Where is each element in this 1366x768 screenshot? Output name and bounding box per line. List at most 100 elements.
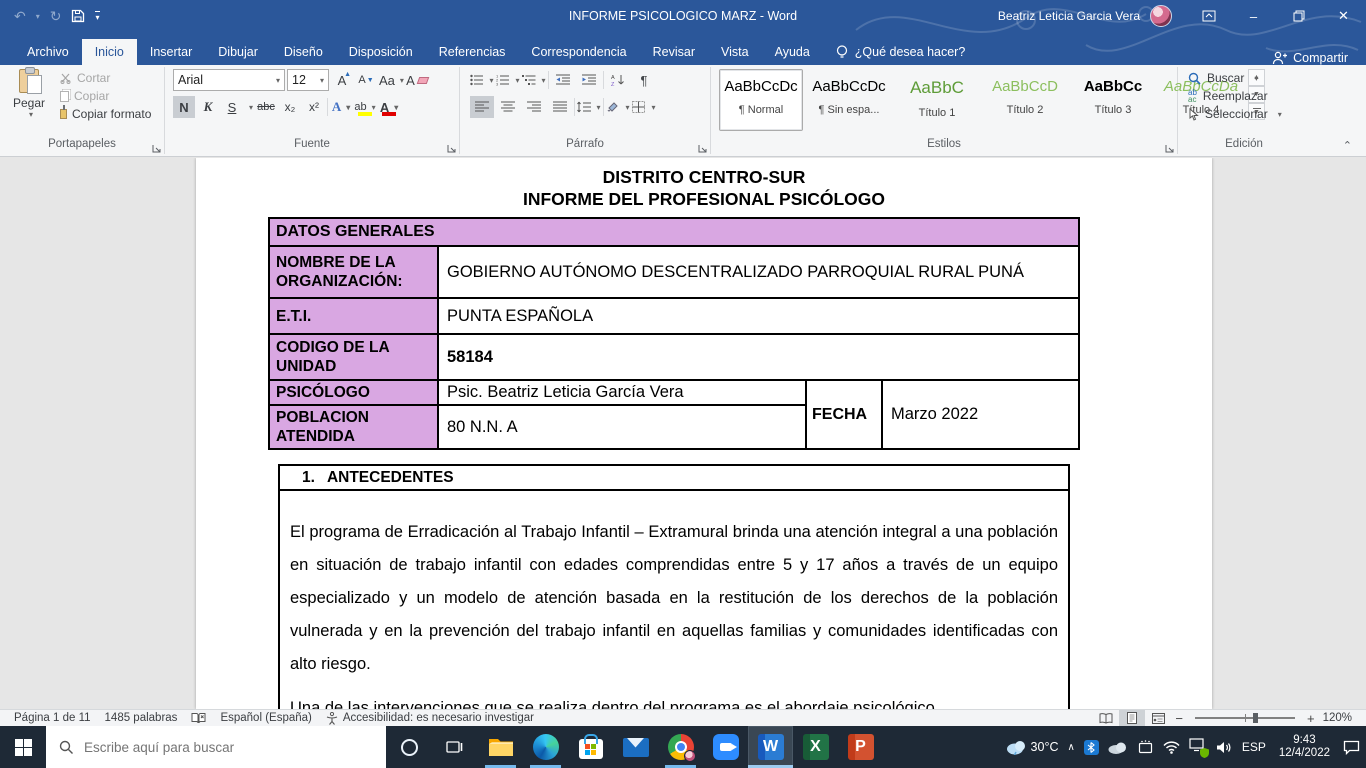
minimize-button[interactable]: – — [1231, 0, 1276, 32]
style-card-heading2[interactable]: AaBbCcDTítulo 2 — [983, 69, 1067, 131]
task-view-button[interactable] — [432, 726, 478, 768]
user-name[interactable]: Beatriz Leticia Garcia Vera — [998, 9, 1140, 23]
zoom-in-button[interactable]: + — [1303, 711, 1319, 726]
style-card-no-spacing[interactable]: AaBbCcDc¶ Sin espa... — [807, 69, 891, 131]
tell-me-box[interactable]: ¿Qué desea hacer? — [823, 39, 979, 65]
tray-expand-button[interactable]: ∧ — [1067, 742, 1074, 753]
collapse-ribbon-button[interactable]: ⌃ — [1343, 139, 1352, 152]
zoom-slider[interactable] — [1195, 717, 1295, 719]
style-card-heading3[interactable]: AaBbCcTítulo 3 — [1071, 69, 1155, 131]
wifi-icon[interactable] — [1163, 741, 1180, 754]
change-case-button[interactable]: Aa▾ — [379, 69, 404, 91]
highlight-button[interactable]: ab▾ — [354, 96, 376, 118]
search-input[interactable] — [84, 740, 344, 755]
style-card-normal[interactable]: AaBbCcDc¶ Normal — [719, 69, 803, 131]
format-painter-button[interactable]: Copiar formato — [60, 107, 151, 121]
zoom-app-button[interactable] — [703, 726, 748, 768]
restore-button[interactable] — [1276, 0, 1321, 32]
undo-icon[interactable]: ↶ — [14, 8, 26, 25]
undo-dropdown-icon[interactable]: ▾ — [36, 12, 40, 21]
tab-disposicion[interactable]: Disposición — [336, 39, 426, 65]
share-button[interactable]: Compartir — [1272, 51, 1366, 65]
excel-button[interactable]: X — [793, 726, 838, 768]
volume-icon[interactable] — [1216, 741, 1233, 754]
network-shield-icon[interactable] — [1189, 738, 1207, 757]
style-card-heading1[interactable]: AaBbCTítulo 1 — [895, 69, 979, 131]
input-language-indicator[interactable]: ESP — [1242, 740, 1266, 754]
tab-insertar[interactable]: Insertar — [137, 39, 205, 65]
wireless-display-icon[interactable] — [1137, 740, 1154, 754]
qat-customize-icon[interactable]: ▾ — [95, 11, 99, 22]
tab-dibujar[interactable]: Dibujar — [205, 39, 271, 65]
tab-revisar[interactable]: Revisar — [640, 39, 708, 65]
find-button[interactable]: Buscar ▾ — [1188, 71, 1282, 85]
text-effects-button[interactable]: A▾ — [330, 96, 352, 118]
chrome-button[interactable] — [658, 726, 703, 768]
subscript-button[interactable]: x₂ — [279, 96, 301, 118]
font-dialog-launcher[interactable] — [447, 144, 456, 153]
tab-vista[interactable]: Vista — [708, 39, 762, 65]
zoom-level[interactable]: 120% — [1323, 712, 1352, 724]
borders-button[interactable]: ▾ — [632, 96, 656, 118]
print-layout-button[interactable] — [1119, 710, 1145, 726]
clear-formatting-button[interactable]: A — [406, 69, 428, 91]
avatar[interactable] — [1150, 5, 1172, 27]
tab-correspondencia[interactable]: Correspondencia — [518, 39, 639, 65]
clipboard-dialog-launcher[interactable] — [152, 144, 161, 153]
underline-dropdown-icon[interactable]: ▾ — [249, 103, 253, 112]
tab-ayuda[interactable]: Ayuda — [762, 39, 823, 65]
powerpoint-button[interactable]: P — [838, 726, 883, 768]
superscript-button[interactable]: x² — [303, 96, 325, 118]
taskbar-search[interactable] — [46, 726, 386, 768]
document-page[interactable]: DISTRITO CENTRO-SUR INFORME DEL PROFESIO… — [196, 158, 1212, 709]
align-left-button[interactable] — [470, 96, 494, 118]
section-body[interactable]: El programa de Erradicación al Trabajo I… — [278, 491, 1070, 709]
align-center-button[interactable] — [496, 96, 520, 118]
select-button[interactable]: Seleccionar ▾ — [1188, 107, 1282, 121]
save-icon[interactable] — [71, 9, 85, 23]
redo-icon[interactable]: ↻ — [50, 8, 62, 25]
language-indicator[interactable]: Español (España) — [220, 712, 311, 724]
ribbon-display-options-button[interactable] — [1186, 0, 1231, 32]
clock[interactable]: 9:43 12/4/2022 — [1279, 734, 1330, 760]
styles-dialog-launcher[interactable] — [1165, 144, 1174, 153]
bold-button[interactable]: N — [173, 96, 195, 118]
store-button[interactable] — [568, 726, 613, 768]
shrink-font-button[interactable]: A▼ — [355, 69, 377, 91]
edge-button[interactable] — [523, 726, 568, 768]
shading-button[interactable]: ▾ — [606, 96, 630, 118]
zoom-out-button[interactable]: − — [1171, 711, 1187, 726]
font-name-combobox[interactable]: Arial ▾ — [173, 69, 285, 91]
web-layout-button[interactable] — [1145, 710, 1171, 726]
multilevel-list-button[interactable]: ▾ — [522, 69, 546, 91]
replace-button[interactable]: abac Reemplazar — [1188, 89, 1282, 103]
decrease-indent-button[interactable] — [551, 69, 575, 91]
align-right-button[interactable] — [522, 96, 546, 118]
bluetooth-icon[interactable] — [1084, 740, 1099, 755]
strikethrough-button[interactable]: abc — [255, 96, 277, 118]
weather-widget[interactable]: 30°C — [1005, 739, 1059, 755]
font-color-button[interactable]: A▾ — [378, 96, 400, 118]
underline-button[interactable]: S — [221, 96, 243, 118]
word-count[interactable]: 1485 palabras — [105, 712, 178, 724]
cut-button[interactable]: Cortar — [60, 71, 151, 85]
tab-referencias[interactable]: Referencias — [426, 39, 519, 65]
paste-dropdown-icon[interactable]: ▾ — [29, 110, 33, 119]
proofing-errors-button[interactable] — [191, 712, 206, 724]
start-button[interactable] — [0, 726, 46, 768]
tab-diseno[interactable]: Diseño — [271, 39, 336, 65]
numbering-button[interactable]: 123▾ — [496, 69, 520, 91]
tab-archivo[interactable]: Archivo — [14, 39, 82, 65]
accessibility-checker[interactable]: Accesibilidad: es necesario investigar — [326, 712, 534, 725]
mail-button[interactable] — [613, 726, 658, 768]
line-spacing-button[interactable]: ▾ — [577, 96, 601, 118]
page-indicator[interactable]: Página 1 de 11 — [14, 712, 91, 724]
tab-inicio[interactable]: Inicio — [82, 39, 137, 65]
file-explorer-button[interactable] — [478, 726, 523, 768]
grow-font-button[interactable]: A▲ — [331, 69, 353, 91]
paste-button[interactable]: Pegar ▾ — [6, 69, 52, 138]
close-button[interactable]: ✕ — [1321, 0, 1366, 32]
action-center-icon[interactable] — [1343, 740, 1360, 755]
zoom-slider-handle[interactable] — [1253, 713, 1258, 723]
read-mode-button[interactable] — [1093, 710, 1119, 726]
